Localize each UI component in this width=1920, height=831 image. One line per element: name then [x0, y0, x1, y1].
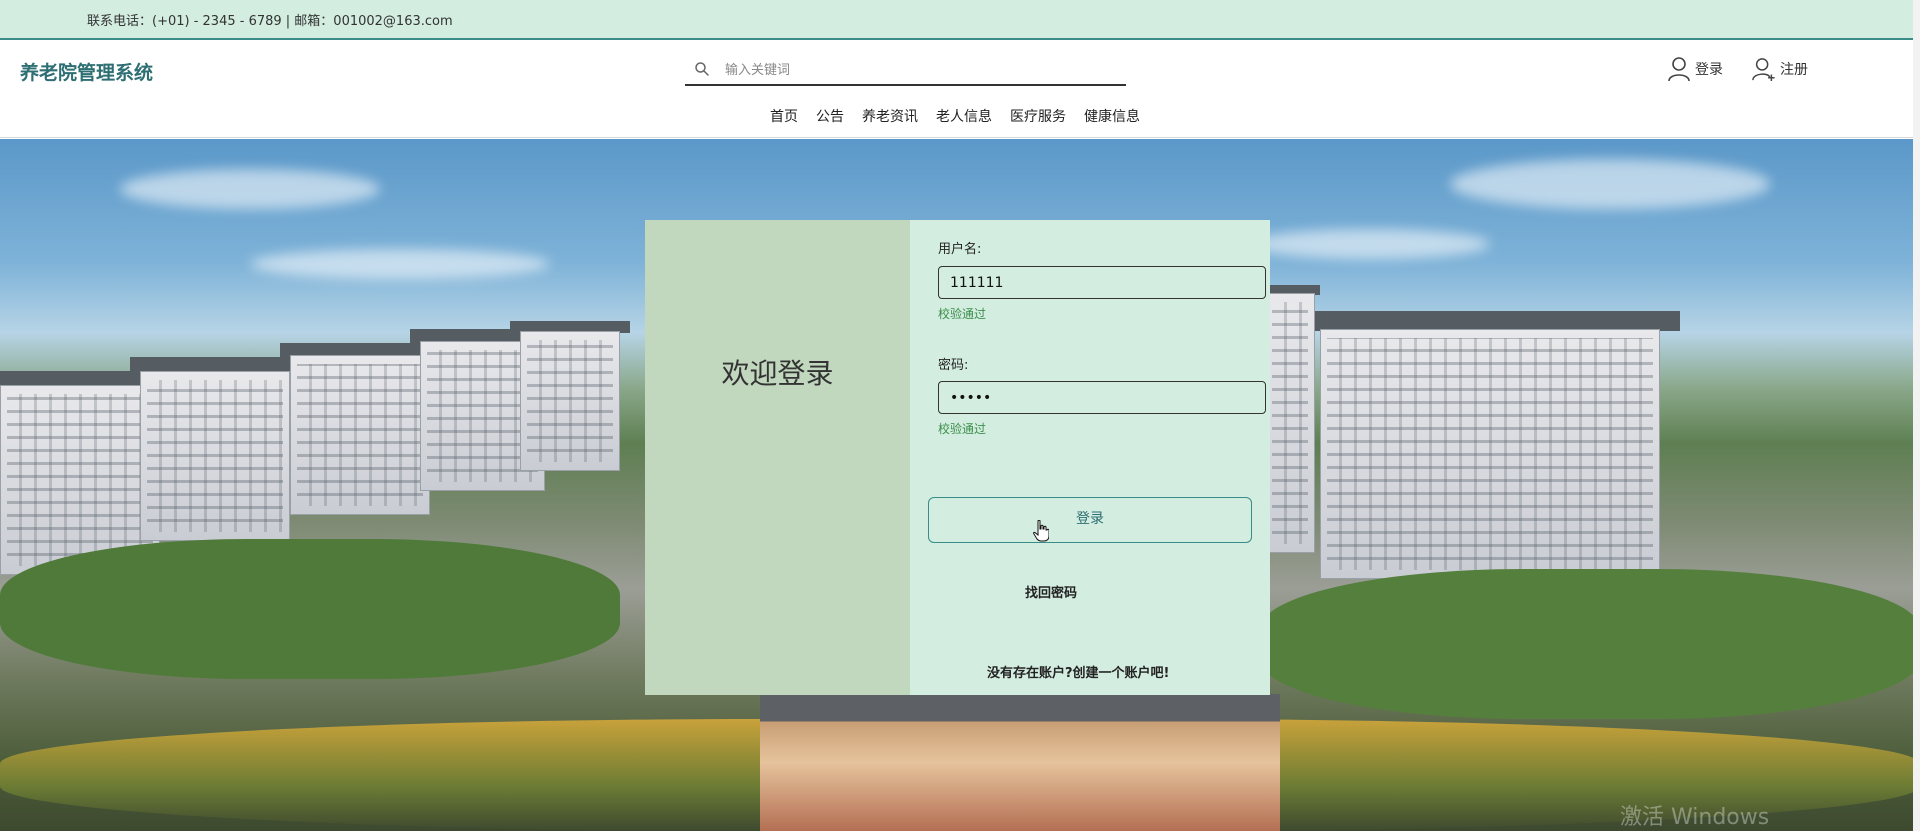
create-account-link[interactable]: 没有存在账户?创建一个账户吧!: [987, 662, 1169, 681]
nav-item-medical-services[interactable]: 医疗服务: [1010, 106, 1066, 126]
nav-item-elderly-news[interactable]: 养老资讯: [862, 106, 918, 126]
login-submit-button[interactable]: 登录: [928, 497, 1252, 543]
username-label: 用户名:: [938, 242, 982, 257]
password-label: 密码:: [938, 358, 969, 373]
user-icon: [1668, 57, 1690, 82]
login-form-fields: 用户名: 校验通过 密码: 校验通过 登录 找回密码 没有存在账户?创建一个账户…: [645, 220, 1270, 695]
nav-item-home[interactable]: 首页: [770, 106, 798, 126]
header-register-label: 注册: [1780, 62, 1808, 78]
password-validation-status: 校验通过: [938, 422, 987, 436]
nav-item-announcements[interactable]: 公告: [816, 106, 844, 126]
search-icon[interactable]: [693, 60, 711, 78]
header-login-label: 登录: [1695, 62, 1723, 78]
header-register-link[interactable]: 注册: [1752, 54, 1808, 84]
windows-activation-watermark: 激活 Windows: [1620, 805, 1770, 830]
top-contact-bar: 联系电话：(+01) - 2345 - 6789 | 邮箱：001002@163…: [0, 0, 1920, 40]
contact-info: 联系电话：(+01) - 2345 - 6789 | 邮箱：001002@163…: [87, 14, 453, 29]
site-brand[interactable]: 养老院管理系统: [20, 58, 153, 85]
nav-item-elder-info[interactable]: 老人信息: [936, 106, 992, 126]
forgot-password-link[interactable]: 找回密码: [1025, 582, 1077, 601]
site-header: 养老院管理系统 登录 注册 首页 公告 养老资讯 老人信息 医疗服务: [0, 40, 1920, 138]
header-login-link[interactable]: 登录: [1667, 54, 1723, 84]
gate-building: [760, 694, 1280, 831]
page-scrollbar[interactable]: [1913, 0, 1920, 831]
username-validation-status: 校验通过: [938, 307, 987, 321]
search-input[interactable]: [725, 58, 1115, 82]
password-input[interactable]: [938, 381, 1266, 414]
nav-item-health-info[interactable]: 健康信息: [1084, 106, 1140, 126]
user-add-icon: [1752, 58, 1775, 81]
search-bar: [685, 54, 1126, 86]
hand-cursor-icon: [1033, 520, 1049, 542]
username-input[interactable]: [938, 266, 1266, 299]
